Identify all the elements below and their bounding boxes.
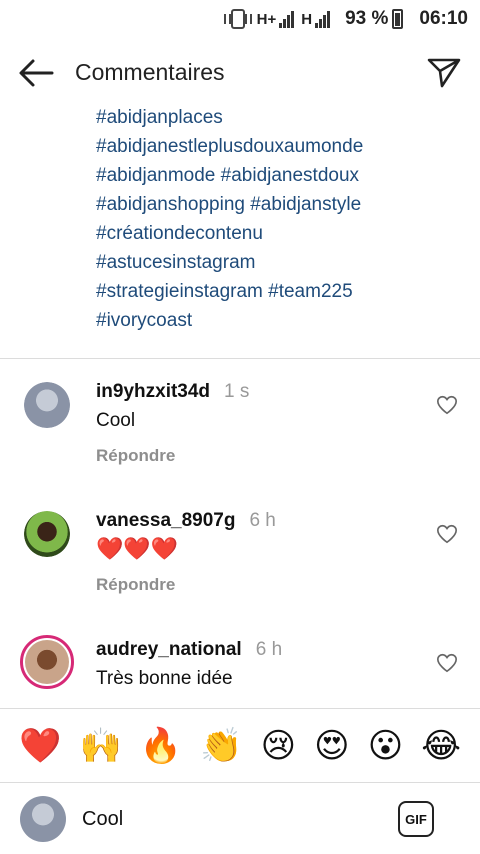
emoji-surprised-face-icon[interactable]: 😮 bbox=[368, 729, 403, 763]
signal-icon-2 bbox=[315, 10, 331, 28]
hashtag-line[interactable]: #ivorycoast bbox=[96, 306, 466, 335]
current-user-avatar bbox=[20, 796, 66, 842]
avatar-image bbox=[24, 382, 70, 428]
hashtag-line[interactable]: #abidjanmode #abidjanestdoux bbox=[96, 161, 466, 190]
comment-input-bar: GIF bbox=[0, 782, 480, 854]
comment-item: vanessa_8907g 6 h ❤️❤️❤️ Répondre bbox=[0, 501, 480, 621]
comment-username[interactable]: vanessa_8907g bbox=[96, 510, 235, 531]
caption-hashtags: #abidjanplaces #abidjanestleplusdouxaumo… bbox=[96, 103, 466, 335]
comment-header: in9yhzxit34d 1 s bbox=[96, 381, 249, 403]
comment-username[interactable]: in9yhzxit34d bbox=[96, 381, 210, 402]
comment-time: 6 h bbox=[255, 639, 283, 660]
comment-text: ❤️❤️❤️ bbox=[96, 537, 179, 562]
avatar[interactable] bbox=[24, 382, 70, 428]
emoji-heart-eyes-icon[interactable]: 😍 bbox=[314, 729, 349, 763]
clock: 06:10 bbox=[419, 8, 468, 29]
heart-icon[interactable] bbox=[436, 394, 458, 416]
comment-username[interactable]: audrey_national bbox=[96, 639, 242, 660]
comment-text: Cool bbox=[96, 410, 136, 431]
avatar[interactable] bbox=[24, 511, 70, 557]
comment-header: audrey_national 6 h bbox=[96, 639, 282, 661]
comment-time: 6 h bbox=[249, 510, 276, 531]
hashtag-line[interactable]: #créationdecontenu bbox=[96, 219, 466, 248]
hashtag-line[interactable]: #abidjanplaces bbox=[96, 103, 466, 132]
emoji-red-heart-icon[interactable]: ❤️ bbox=[19, 729, 61, 763]
emoji-tears-of-joy-icon[interactable]: 😂 bbox=[421, 729, 461, 763]
hashtag-line[interactable]: #astucesinstagram bbox=[96, 248, 466, 277]
battery-percent: 93 % bbox=[345, 8, 389, 29]
heart-icon[interactable] bbox=[436, 523, 458, 545]
emoji-crying-face-icon[interactable]: 😢 bbox=[261, 729, 296, 763]
paper-plane-icon[interactable] bbox=[426, 54, 462, 90]
back-arrow-icon[interactable] bbox=[18, 58, 54, 88]
status-bar: H+ H 93 % 06:10 bbox=[0, 0, 480, 38]
avatar-image bbox=[25, 640, 69, 684]
comment-time: 1 s bbox=[224, 381, 250, 402]
emoji-clapping-hands-icon[interactable]: 👏 bbox=[200, 729, 242, 763]
page-title: Commentaires bbox=[75, 59, 225, 85]
gif-button[interactable]: GIF bbox=[398, 801, 434, 837]
comment-item: in9yhzxit34d 1 s Cool Répondre bbox=[0, 372, 480, 492]
reply-button[interactable]: Répondre bbox=[96, 446, 175, 466]
avatar-image bbox=[24, 511, 70, 557]
vibrate-icon bbox=[223, 9, 252, 29]
comment-input[interactable] bbox=[82, 808, 372, 831]
reply-button[interactable]: Répondre bbox=[96, 575, 175, 595]
emoji-fire-icon[interactable]: 🔥 bbox=[140, 729, 182, 763]
hashtag-line[interactable]: #abidjanshopping #abidjanstyle bbox=[96, 190, 466, 219]
hashtag-line[interactable]: #abidjanestleplusdouxaumonde bbox=[96, 132, 466, 161]
network-type-1: H+ bbox=[256, 10, 277, 28]
divider bbox=[0, 358, 480, 359]
avatar-story-ring[interactable] bbox=[20, 635, 74, 689]
comment-text: Très bonne idée bbox=[96, 668, 233, 689]
battery-icon bbox=[392, 9, 404, 29]
hashtag-line[interactable]: #strategieinstagram #team225 bbox=[96, 277, 466, 306]
header: Commentaires bbox=[0, 42, 480, 104]
comment-header: vanessa_8907g 6 h bbox=[96, 510, 276, 532]
heart-icon[interactable] bbox=[436, 652, 458, 674]
emoji-raising-hands-icon[interactable]: 🙌 bbox=[79, 729, 121, 763]
network-type-2: H bbox=[301, 10, 313, 28]
emoji-quick-bar: ❤️ 🙌 🔥 👏 😢 😍 😮 😂 bbox=[0, 708, 480, 782]
signal-icon-1 bbox=[279, 10, 295, 28]
